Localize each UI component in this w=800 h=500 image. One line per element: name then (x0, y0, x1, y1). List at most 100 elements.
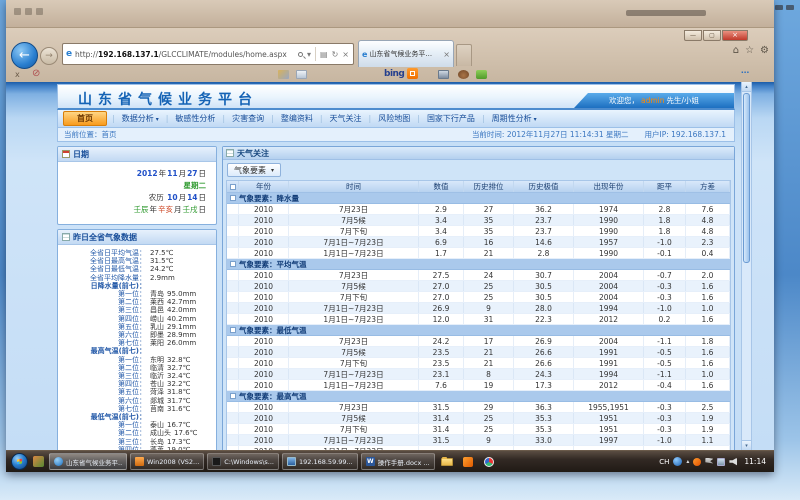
checkbox-icon[interactable] (230, 393, 236, 399)
stop-icon[interactable]: × (342, 50, 349, 59)
search-icon[interactable] (298, 52, 303, 57)
table-row[interactable]: 20107月下旬23.52126.61991-0.51.6 (227, 358, 730, 369)
tray-expand-icon[interactable]: ▴ (686, 458, 689, 465)
volume-icon[interactable] (729, 458, 737, 466)
camera-icon[interactable] (438, 70, 449, 79)
table-row[interactable]: 20107月5候31.42535.31951-0.31.9 (227, 413, 730, 424)
table-row[interactable]: 20107月5候3.43523.719901.84.8 (227, 215, 730, 226)
taskbar-button-4[interactable]: 192.168.59.99... (282, 453, 358, 470)
breadcrumb[interactable]: 当前位置：首页 (64, 129, 117, 140)
maximize-button[interactable]: ▢ (703, 30, 721, 41)
taskbar-button-5[interactable]: W操作手册.docx ... (361, 453, 435, 470)
group-select-cell[interactable] (227, 393, 239, 399)
vm-titlebar[interactable] (6, 0, 774, 28)
table-row[interactable]: 20101月1日~7月23日1.7212.81990-0.10.4 (227, 248, 730, 259)
scroll-up-icon[interactable]: ▴ (742, 82, 751, 92)
nav-item-4[interactable]: 灾害查询 (225, 113, 271, 124)
cell: 4.8 (686, 215, 730, 225)
element-selector-button[interactable]: 气象要素 ▾ (227, 163, 281, 177)
group-select-cell[interactable] (227, 261, 239, 267)
nav-item-5[interactable]: 整编资料 (274, 113, 320, 124)
gear-icon[interactable]: ⚙ (760, 46, 769, 56)
group-select-cell[interactable] (227, 195, 239, 201)
language-indicator[interactable]: CH (659, 458, 669, 466)
star-icon[interactable]: ☆ (745, 46, 754, 56)
table-row[interactable]: 20107月下旬31.42535.31951-0.31.9 (227, 424, 730, 435)
table-row[interactable]: 20107月下旬27.02530.52004-0.31.6 (227, 292, 730, 303)
paw-icon[interactable] (458, 70, 469, 79)
table-row[interactable]: 20101月1日~7月23日12.03122.320120.21.6 (227, 314, 730, 325)
checkbox-icon[interactable] (230, 184, 236, 190)
table-row[interactable]: 20107月1日~7月23日6.91614.61957-1.02.3 (227, 237, 730, 248)
forward-button[interactable]: → (40, 47, 58, 65)
addon-mail-icon[interactable] (296, 70, 307, 79)
explorer-pin[interactable] (438, 453, 456, 470)
messenger-icon[interactable] (673, 457, 682, 466)
checkbox-icon[interactable] (230, 327, 236, 333)
url-text[interactable]: http://192.168.137.1/GLCCLIMATE/modules/… (75, 50, 294, 59)
table-row[interactable]: 20107月23日31.52936.31955,1951-0.32.5 (227, 402, 730, 413)
minimize-button[interactable]: — (684, 30, 702, 41)
refresh-icon[interactable]: ↻ (332, 50, 339, 59)
nav-item-1[interactable]: 首页 (63, 111, 107, 126)
network-icon[interactable] (717, 458, 725, 466)
table-row[interactable]: 20107月23日27.52430.72004-0.72.0 (227, 270, 730, 281)
taskbar-button-2[interactable]: Win2008 (VS2... (130, 453, 204, 470)
vm-menu-icons[interactable] (14, 8, 43, 15)
app-pin-browser[interactable] (480, 453, 498, 470)
launcher-icon[interactable] (33, 456, 44, 467)
blocked-icon[interactable]: ⊘ (32, 68, 40, 79)
nav-item-3[interactable]: 敏感性分析 (168, 113, 222, 124)
group-header-row[interactable]: 气象要素：最高气温 (227, 391, 730, 402)
nav-item-8[interactable]: 国家下行产品 (420, 113, 482, 124)
table-row[interactable]: 20107月5候23.52126.61991-0.51.6 (227, 347, 730, 358)
table-row[interactable]: 20107月23日24.21726.92004-1.11.8 (227, 336, 730, 347)
more-icon[interactable]: ⋯ (741, 68, 750, 77)
rank-label: 第六位： (58, 331, 146, 339)
table-row[interactable]: 20107月1日~7月23日23.1824.31994-1.11.0 (227, 369, 730, 380)
table-row[interactable]: 20107月下旬3.43523.719901.84.8 (227, 226, 730, 237)
addon-card-icon[interactable] (278, 70, 289, 79)
close-bar-icon[interactable]: x (15, 70, 20, 79)
scroll-down-icon[interactable]: ▾ (742, 440, 751, 450)
close-button[interactable]: × (722, 30, 748, 41)
puzzle-icon[interactable] (476, 70, 487, 79)
header-select-cell[interactable] (227, 181, 239, 192)
home-icon[interactable]: ⌂ (733, 46, 739, 56)
table-row[interactable]: 20107月5候27.02530.52004-0.31.6 (227, 281, 730, 292)
table-row[interactable]: 20107月23日2.92736.219742.87.6 (227, 204, 730, 215)
toolbar-logo-icon[interactable] (407, 68, 418, 79)
stat-value: 31.5℃ (150, 257, 173, 265)
nav-item-6[interactable]: 天气关注 (323, 113, 369, 124)
table-row[interactable]: 20107月1日~7月23日31.5933.01997-1.01.1 (227, 435, 730, 446)
taskbar-button-3[interactable]: C:\Windows\s... (207, 453, 279, 470)
group-header-row[interactable]: 气象要素：降水量 (227, 193, 730, 204)
bing-logo[interactable]: bing (384, 69, 404, 79)
table-row[interactable]: 20101月1日~7月23日7.61917.32012-0.41.6 (227, 380, 730, 391)
new-tab-button[interactable] (456, 44, 472, 66)
chevron-down-icon[interactable]: ▾ (307, 50, 311, 59)
bing-toolbar[interactable]: bing (384, 68, 418, 79)
vertical-scrollbar[interactable]: ▴ ▾ (741, 82, 752, 450)
scrollbar-thumb[interactable] (743, 93, 750, 263)
tab-close-icon[interactable]: × (443, 50, 450, 59)
clock[interactable]: 11:14 (744, 457, 766, 466)
group-select-cell[interactable] (227, 327, 239, 333)
taskbar-button-1[interactable]: 山东省气候业务平... (49, 453, 127, 470)
update-icon[interactable] (693, 458, 701, 466)
table-row[interactable]: 20107月1日~7月23日26.9928.01994-1.01.0 (227, 303, 730, 314)
action-center-flag-icon[interactable] (705, 458, 713, 466)
start-button[interactable] (11, 453, 28, 470)
back-button[interactable]: ← (11, 42, 38, 69)
nav-item-2[interactable]: 数据分析▾ (115, 113, 166, 124)
group-header-row[interactable]: 气象要素：平均气温 (227, 259, 730, 270)
nav-item-7[interactable]: 风险地图 (371, 113, 417, 124)
browser-tab[interactable]: e 山东省气候业务平... × (358, 40, 454, 67)
checkbox-icon[interactable] (230, 261, 236, 267)
compatibility-icon[interactable]: ▤ (320, 50, 328, 59)
app-pin-orange[interactable] (459, 453, 477, 470)
checkbox-icon[interactable] (230, 195, 236, 201)
nav-item-9[interactable]: 周期性分析▾ (485, 113, 544, 124)
address-bar[interactable]: e http://192.168.137.1/GLCCLIMATE/module… (62, 43, 354, 65)
group-header-row[interactable]: 气象要素：最低气温 (227, 325, 730, 336)
